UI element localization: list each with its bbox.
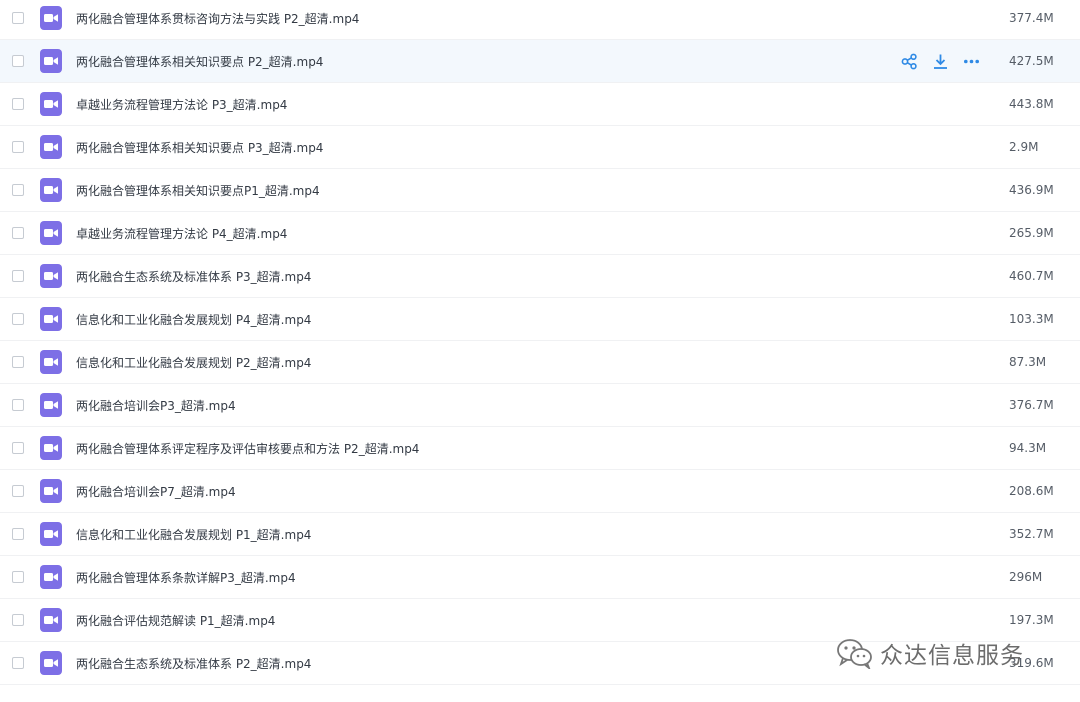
- file-name[interactable]: 两化融合培训会P3_超清.mp4: [76, 397, 236, 414]
- file-name[interactable]: 两化融合生态系统及标准体系 P2_超清.mp4: [76, 655, 311, 672]
- file-size: 427.5M: [1009, 54, 1054, 68]
- video-file-icon: [40, 522, 62, 546]
- file-name[interactable]: 两化融合管理体系贯标咨询方法与实践 P2_超清.mp4: [76, 10, 359, 27]
- row-checkbox[interactable]: [12, 227, 24, 239]
- file-row[interactable]: 两化融合生态系统及标准体系 P3_超清.mp4 460.7M: [0, 255, 1080, 298]
- file-size: 443.8M: [1009, 97, 1054, 111]
- file-size: 436.9M: [1009, 183, 1054, 197]
- file-size: 296M: [1009, 570, 1043, 584]
- row-checkbox[interactable]: [12, 356, 24, 368]
- file-size: 2.9M: [1009, 140, 1039, 154]
- video-file-icon: [40, 393, 62, 417]
- file-row[interactable]: 两化融合管理体系相关知识要点 P3_超清.mp4 2.9M: [0, 126, 1080, 169]
- file-name[interactable]: 信息化和工业化融合发展规划 P4_超清.mp4: [76, 311, 311, 328]
- row-checkbox[interactable]: [12, 485, 24, 497]
- file-name[interactable]: 两化融合管理体系相关知识要点 P2_超清.mp4: [76, 53, 323, 70]
- video-file-icon: [40, 651, 62, 675]
- file-name[interactable]: 两化融合管理体系相关知识要点P1_超清.mp4: [76, 182, 320, 199]
- row-checkbox[interactable]: [12, 141, 24, 153]
- video-file-icon: [40, 92, 62, 116]
- file-name[interactable]: 两化融合培训会P7_超清.mp4: [76, 483, 236, 500]
- video-file-icon: [40, 479, 62, 503]
- video-file-icon: [40, 264, 62, 288]
- file-size: 197.3M: [1009, 613, 1054, 627]
- file-name[interactable]: 两化融合管理体系评定程序及评估审核要点和方法 P2_超清.mp4: [76, 440, 419, 457]
- file-name[interactable]: 两化融合管理体系相关知识要点 P3_超清.mp4: [76, 139, 323, 156]
- row-actions: [900, 52, 981, 71]
- file-name[interactable]: 两化融合评估规范解读 P1_超清.mp4: [76, 612, 275, 629]
- file-row[interactable]: 信息化和工业化融合发展规划 P1_超清.mp4 352.7M: [0, 513, 1080, 556]
- video-file-icon: [40, 49, 62, 73]
- file-name[interactable]: 卓越业务流程管理方法论 P3_超清.mp4: [76, 96, 287, 113]
- file-row[interactable]: 信息化和工业化融合发展规划 P2_超清.mp4 87.3M: [0, 341, 1080, 384]
- video-file-icon: [40, 221, 62, 245]
- row-checkbox[interactable]: [12, 98, 24, 110]
- file-size: 208.6M: [1009, 484, 1054, 498]
- video-file-icon: [40, 350, 62, 374]
- video-file-icon: [40, 6, 62, 30]
- file-size: 376.7M: [1009, 398, 1054, 412]
- row-checkbox[interactable]: [12, 184, 24, 196]
- file-row[interactable]: 两化融合培训会P7_超清.mp4 208.6M: [0, 470, 1080, 513]
- row-checkbox[interactable]: [12, 528, 24, 540]
- share-icon: [901, 53, 918, 70]
- file-size: 460.7M: [1009, 269, 1054, 283]
- file-size: 265.9M: [1009, 226, 1054, 240]
- video-file-icon: [40, 608, 62, 632]
- file-name[interactable]: 两化融合管理体系条款详解P3_超清.mp4: [76, 569, 296, 586]
- row-checkbox[interactable]: [12, 270, 24, 282]
- row-checkbox[interactable]: [12, 12, 24, 24]
- file-size: 94.3M: [1009, 441, 1047, 455]
- more-button[interactable]: [962, 52, 981, 71]
- file-row[interactable]: 卓越业务流程管理方法论 P3_超清.mp4 443.8M: [0, 83, 1080, 126]
- file-name[interactable]: 卓越业务流程管理方法论 P4_超清.mp4: [76, 225, 287, 242]
- file-size: 377.4M: [1009, 11, 1054, 25]
- file-name[interactable]: 两化融合生态系统及标准体系 P3_超清.mp4: [76, 268, 311, 285]
- row-checkbox[interactable]: [12, 442, 24, 454]
- video-file-icon: [40, 436, 62, 460]
- file-row[interactable]: 卓越业务流程管理方法论 P4_超清.mp4 265.9M: [0, 212, 1080, 255]
- file-row[interactable]: 两化融合管理体系贯标咨询方法与实践 P2_超清.mp4 377.4M: [0, 0, 1080, 40]
- file-name[interactable]: 信息化和工业化融合发展规划 P1_超清.mp4: [76, 526, 311, 543]
- more-icon: [963, 53, 980, 70]
- video-file-icon: [40, 135, 62, 159]
- file-row[interactable]: 两化融合管理体系相关知识要点 P2_超清.mp4 427.5M: [0, 40, 1080, 83]
- video-file-icon: [40, 565, 62, 589]
- file-row[interactable]: 两化融合管理体系评定程序及评估审核要点和方法 P2_超清.mp4 94.3M: [0, 427, 1080, 470]
- file-size: 352.7M: [1009, 527, 1054, 541]
- file-size: 87.3M: [1009, 355, 1047, 369]
- share-button[interactable]: [900, 52, 919, 71]
- file-row[interactable]: 两化融合管理体系条款详解P3_超清.mp4 296M: [0, 556, 1080, 599]
- row-checkbox[interactable]: [12, 55, 24, 67]
- watermark: 众达信息服务: [836, 636, 1024, 670]
- file-name[interactable]: 信息化和工业化融合发展规划 P2_超清.mp4: [76, 354, 311, 371]
- row-checkbox[interactable]: [12, 614, 24, 626]
- wechat-icon: [837, 639, 872, 669]
- row-checkbox[interactable]: [12, 313, 24, 325]
- video-file-icon: [40, 307, 62, 331]
- row-checkbox[interactable]: [12, 657, 24, 669]
- video-file-icon: [40, 178, 62, 202]
- file-row[interactable]: 信息化和工业化融合发展规划 P4_超清.mp4 103.3M: [0, 298, 1080, 341]
- file-row[interactable]: 两化融合培训会P3_超清.mp4 376.7M: [0, 384, 1080, 427]
- download-button[interactable]: [931, 52, 950, 71]
- file-size: 103.3M: [1009, 312, 1054, 326]
- row-checkbox[interactable]: [12, 571, 24, 583]
- file-row[interactable]: 两化融合管理体系相关知识要点P1_超清.mp4 436.9M: [0, 169, 1080, 212]
- file-list: 两化融合管理体系贯标咨询方法与实践 P2_超清.mp4 377.4M 两化融合管理体…: [0, 0, 1080, 699]
- download-icon: [932, 53, 949, 70]
- watermark-text: 众达信息服务: [880, 643, 1024, 669]
- row-checkbox[interactable]: [12, 399, 24, 411]
